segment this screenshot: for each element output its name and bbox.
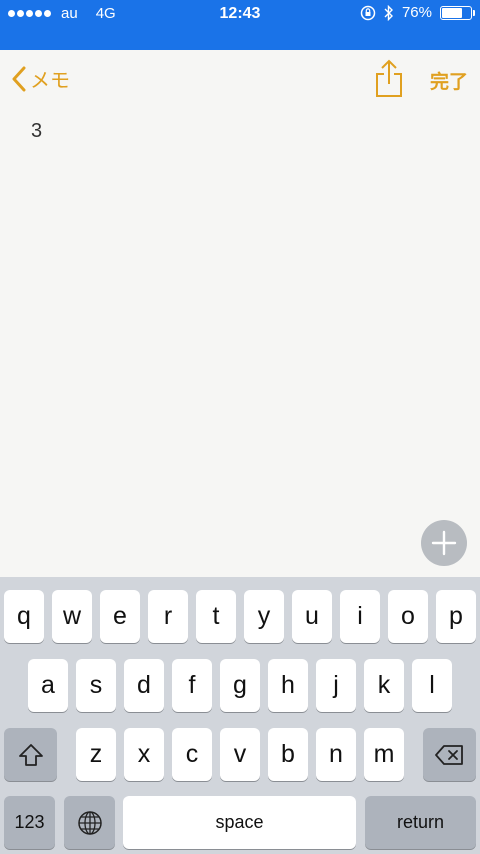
status-right: 76% bbox=[360, 4, 475, 21]
key-a[interactable]: a bbox=[28, 659, 68, 712]
battery-percentage: 76% bbox=[401, 4, 432, 21]
done-button[interactable]: 完了 bbox=[430, 67, 468, 94]
key-o[interactable]: o bbox=[388, 590, 428, 643]
key-p[interactable]: p bbox=[436, 590, 476, 643]
key-k[interactable]: k bbox=[364, 659, 404, 712]
battery-icon bbox=[440, 5, 475, 20]
key-c[interactable]: c bbox=[172, 728, 212, 781]
shift-icon bbox=[18, 743, 43, 766]
plus-icon bbox=[431, 530, 457, 556]
key-m[interactable]: m bbox=[364, 728, 404, 781]
chevron-left-icon bbox=[12, 66, 26, 91]
key-l[interactable]: l bbox=[412, 659, 452, 712]
status-bar: au 4G 12:43 76% bbox=[0, 0, 480, 50]
return-key[interactable]: return bbox=[365, 796, 476, 849]
key-q[interactable]: q bbox=[4, 590, 44, 643]
key-y[interactable]: y bbox=[244, 590, 284, 643]
key-n[interactable]: n bbox=[316, 728, 356, 781]
orientation-lock-icon bbox=[360, 5, 376, 20]
globe-key[interactable] bbox=[64, 796, 115, 849]
globe-icon bbox=[77, 810, 102, 835]
add-button[interactable] bbox=[421, 520, 467, 566]
key-i[interactable]: i bbox=[340, 590, 380, 643]
key-z[interactable]: z bbox=[76, 728, 116, 781]
key-f[interactable]: f bbox=[172, 659, 212, 712]
key-h[interactable]: h bbox=[268, 659, 308, 712]
shift-key[interactable] bbox=[4, 728, 57, 781]
nav-bar: メモ 完了 bbox=[0, 50, 480, 110]
share-icon[interactable] bbox=[374, 58, 404, 98]
note-content[interactable]: 3 bbox=[31, 120, 42, 143]
key-g[interactable]: g bbox=[220, 659, 260, 712]
key-e[interactable]: e bbox=[100, 590, 140, 643]
backspace-icon bbox=[434, 744, 463, 765]
key-r[interactable]: r bbox=[148, 590, 188, 643]
key-x[interactable]: x bbox=[124, 728, 164, 781]
key-d[interactable]: d bbox=[124, 659, 164, 712]
key-w[interactable]: w bbox=[52, 590, 92, 643]
delete-key[interactable] bbox=[423, 728, 476, 781]
back-label: メモ bbox=[30, 70, 70, 92]
space-key[interactable]: space bbox=[123, 796, 356, 849]
key-t[interactable]: t bbox=[196, 590, 236, 643]
key-s[interactable]: s bbox=[76, 659, 116, 712]
key-u[interactable]: u bbox=[292, 590, 332, 643]
key-j[interactable]: j bbox=[316, 659, 356, 712]
key-b[interactable]: b bbox=[268, 728, 308, 781]
key-v[interactable]: v bbox=[220, 728, 260, 781]
keyboard: q w e r t y u i o p a s d f g h j k l z … bbox=[0, 577, 480, 854]
numbers-key[interactable]: 123 bbox=[4, 796, 55, 849]
back-button[interactable]: メモ bbox=[12, 64, 70, 93]
bluetooth-icon bbox=[384, 4, 393, 21]
